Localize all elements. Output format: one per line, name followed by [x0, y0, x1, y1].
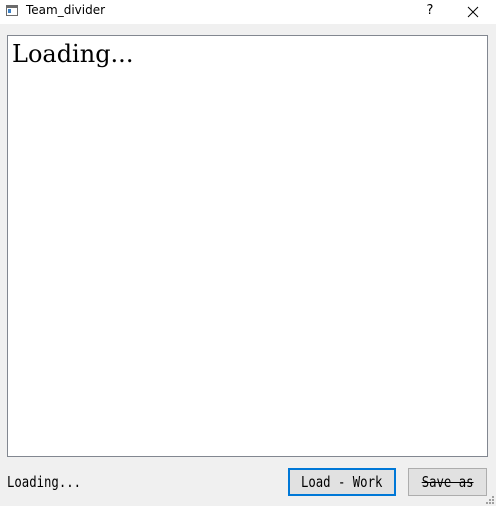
close-icon — [467, 6, 479, 18]
status-label: Loading... — [7, 473, 82, 491]
load-work-button[interactable]: Load - Work — [288, 468, 396, 496]
window-title: Team_divider — [26, 3, 106, 17]
title-bar[interactable]: Team_divider ? — [0, 0, 496, 24]
resize-grip-icon[interactable] — [485, 495, 495, 505]
close-button[interactable] — [450, 0, 496, 24]
output-text: Loading... — [12, 40, 134, 68]
app-window-icon — [6, 5, 18, 16]
app-window: Team_divider ? Loading... Loading... Loa… — [0, 0, 496, 506]
save-as-button[interactable]: Save as — [408, 468, 487, 496]
save-as-button-label: Save as — [421, 473, 474, 491]
output-text-area[interactable]: Loading... — [7, 35, 488, 457]
help-button[interactable]: ? — [416, 0, 444, 24]
load-work-button-label: Load - Work — [301, 473, 383, 491]
